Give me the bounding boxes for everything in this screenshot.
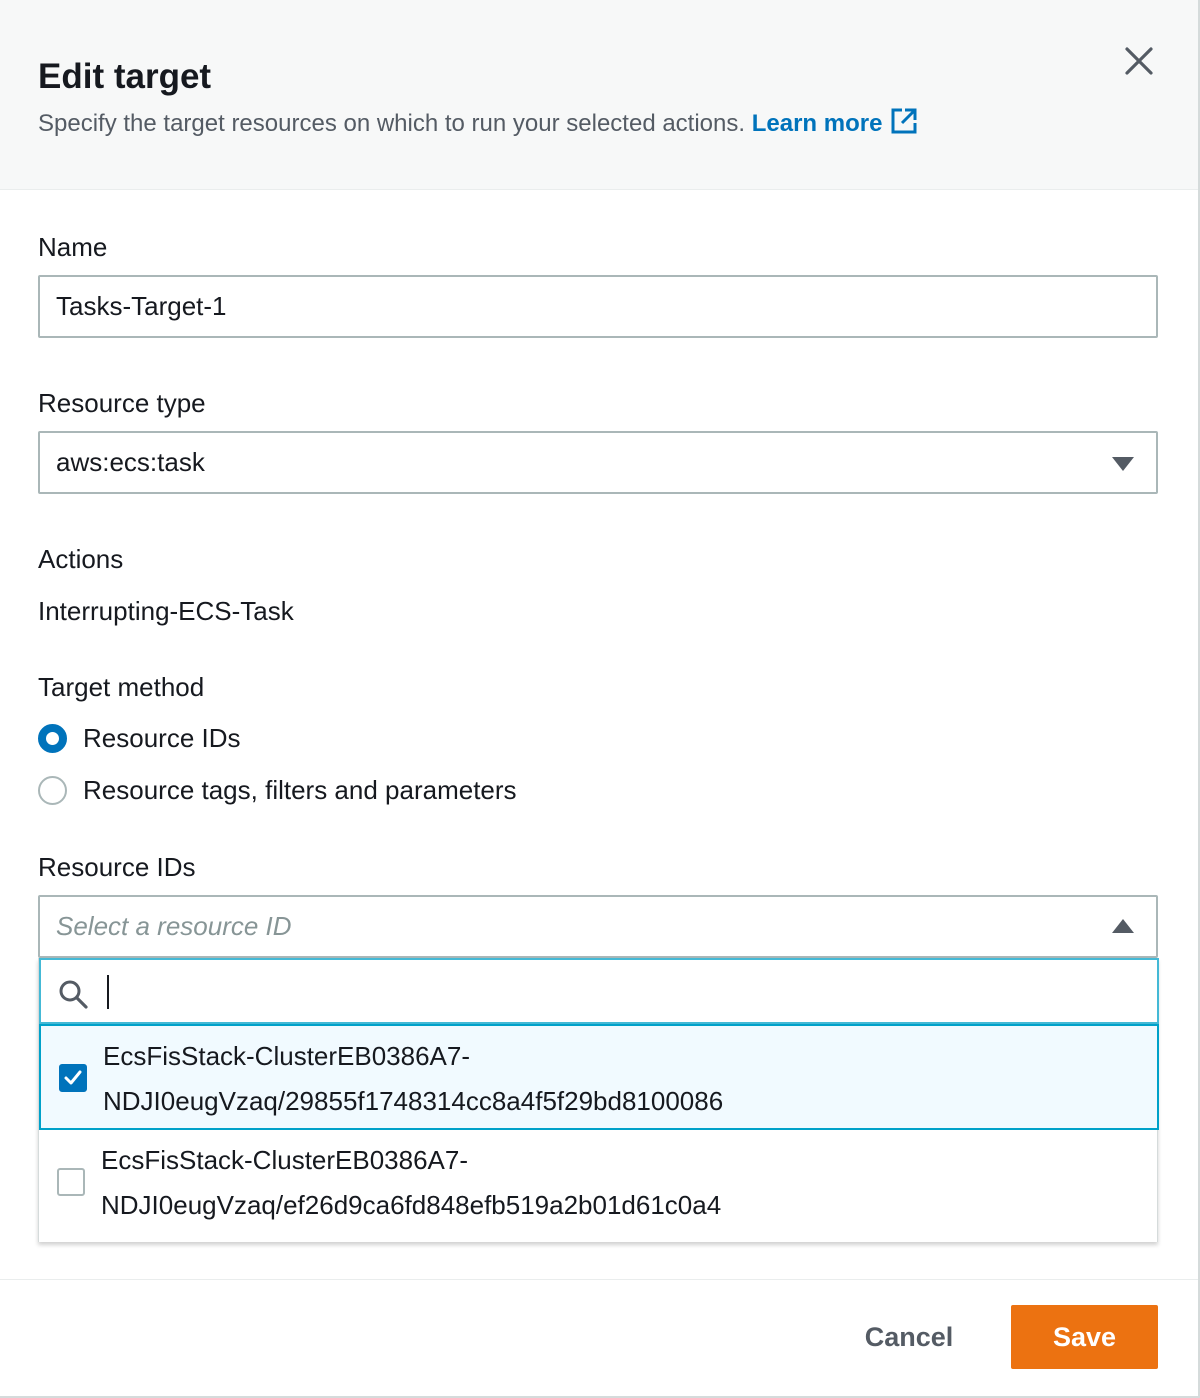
resource-option[interactable]: EcsFisStack-ClusterEB0386A7- NDJI0eugVza… bbox=[39, 1024, 1159, 1130]
cancel-button[interactable]: Cancel bbox=[840, 1305, 978, 1369]
footer-divider bbox=[0, 1279, 1198, 1280]
learn-more-label: Learn more bbox=[751, 110, 883, 137]
resource-ids-label: Resource IDs bbox=[38, 852, 196, 882]
name-input[interactable] bbox=[38, 275, 1158, 338]
resource-ids-placeholder: Select a resource ID bbox=[56, 911, 292, 941]
radio-button-checked[interactable] bbox=[38, 723, 67, 753]
resource-type-label: Resource type bbox=[38, 388, 206, 418]
option-text: EcsFisStack-ClusterEB0386A7- NDJI0eugVza… bbox=[103, 1034, 723, 1124]
filter-input[interactable] bbox=[113, 968, 1133, 1016]
edit-target-modal: Edit target Specify the target resources… bbox=[0, 0, 1200, 1398]
save-button[interactable]: Save bbox=[1011, 1305, 1158, 1369]
modal-header: Edit target Specify the target resources… bbox=[0, 0, 1198, 190]
option-line-1: EcsFisStack-ClusterEB0386A7- bbox=[103, 1041, 471, 1071]
modal-subtitle: Specify the target resources on which to… bbox=[38, 107, 918, 139]
modal-title: Edit target bbox=[38, 57, 212, 96]
radio-resource-tags[interactable]: Resource tags, filters and parameters bbox=[38, 774, 517, 806]
radio-resource-ids[interactable]: Resource IDs bbox=[38, 722, 241, 754]
resource-option[interactable]: EcsFisStack-ClusterEB0386A7- NDJI0eugVza… bbox=[39, 1130, 1159, 1236]
actions-label: Actions bbox=[38, 544, 124, 574]
checkbox[interactable] bbox=[57, 1168, 85, 1196]
external-link-icon bbox=[891, 108, 917, 134]
target-method-label: Target method bbox=[38, 672, 205, 702]
search-icon bbox=[59, 980, 88, 1009]
radio-label: Resource IDs bbox=[83, 722, 241, 753]
resource-type-value: aws:ecs:task bbox=[56, 447, 205, 477]
resource-type-select[interactable]: aws:ecs:task bbox=[38, 431, 1158, 494]
name-label: Name bbox=[38, 232, 108, 262]
option-line-1: EcsFisStack-ClusterEB0386A7- bbox=[101, 1145, 469, 1175]
resource-ids-dropdown: EcsFisStack-ClusterEB0386A7- NDJI0eugVza… bbox=[38, 958, 1159, 1242]
caret-up-icon bbox=[1112, 919, 1134, 933]
close-icon[interactable] bbox=[1122, 44, 1156, 78]
learn-more-link[interactable]: Learn more bbox=[751, 108, 919, 137]
checkbox-checked[interactable] bbox=[59, 1064, 87, 1092]
filter-box[interactable] bbox=[39, 958, 1159, 1024]
radio-label: Resource tags, filters and parameters bbox=[83, 774, 517, 805]
option-line-2: NDJI0eugVzaq/ef26d9ca6fd848efb519a2b01d6… bbox=[101, 1190, 722, 1220]
subtitle-text: Specify the target resources on which to… bbox=[38, 110, 746, 137]
resource-ids-select[interactable]: Select a resource ID bbox=[38, 895, 1158, 958]
caret-down-icon bbox=[1112, 457, 1134, 471]
option-text: EcsFisStack-ClusterEB0386A7- NDJI0eugVza… bbox=[101, 1138, 721, 1228]
actions-value: Interrupting-ECS-Task bbox=[38, 596, 294, 626]
text-cursor bbox=[107, 975, 109, 1009]
radio-button[interactable] bbox=[38, 775, 67, 805]
checkmark-icon bbox=[64, 1070, 82, 1085]
option-line-2: NDJI0eugVzaq/29855f1748314cc8a4f5f29bd81… bbox=[103, 1086, 724, 1116]
